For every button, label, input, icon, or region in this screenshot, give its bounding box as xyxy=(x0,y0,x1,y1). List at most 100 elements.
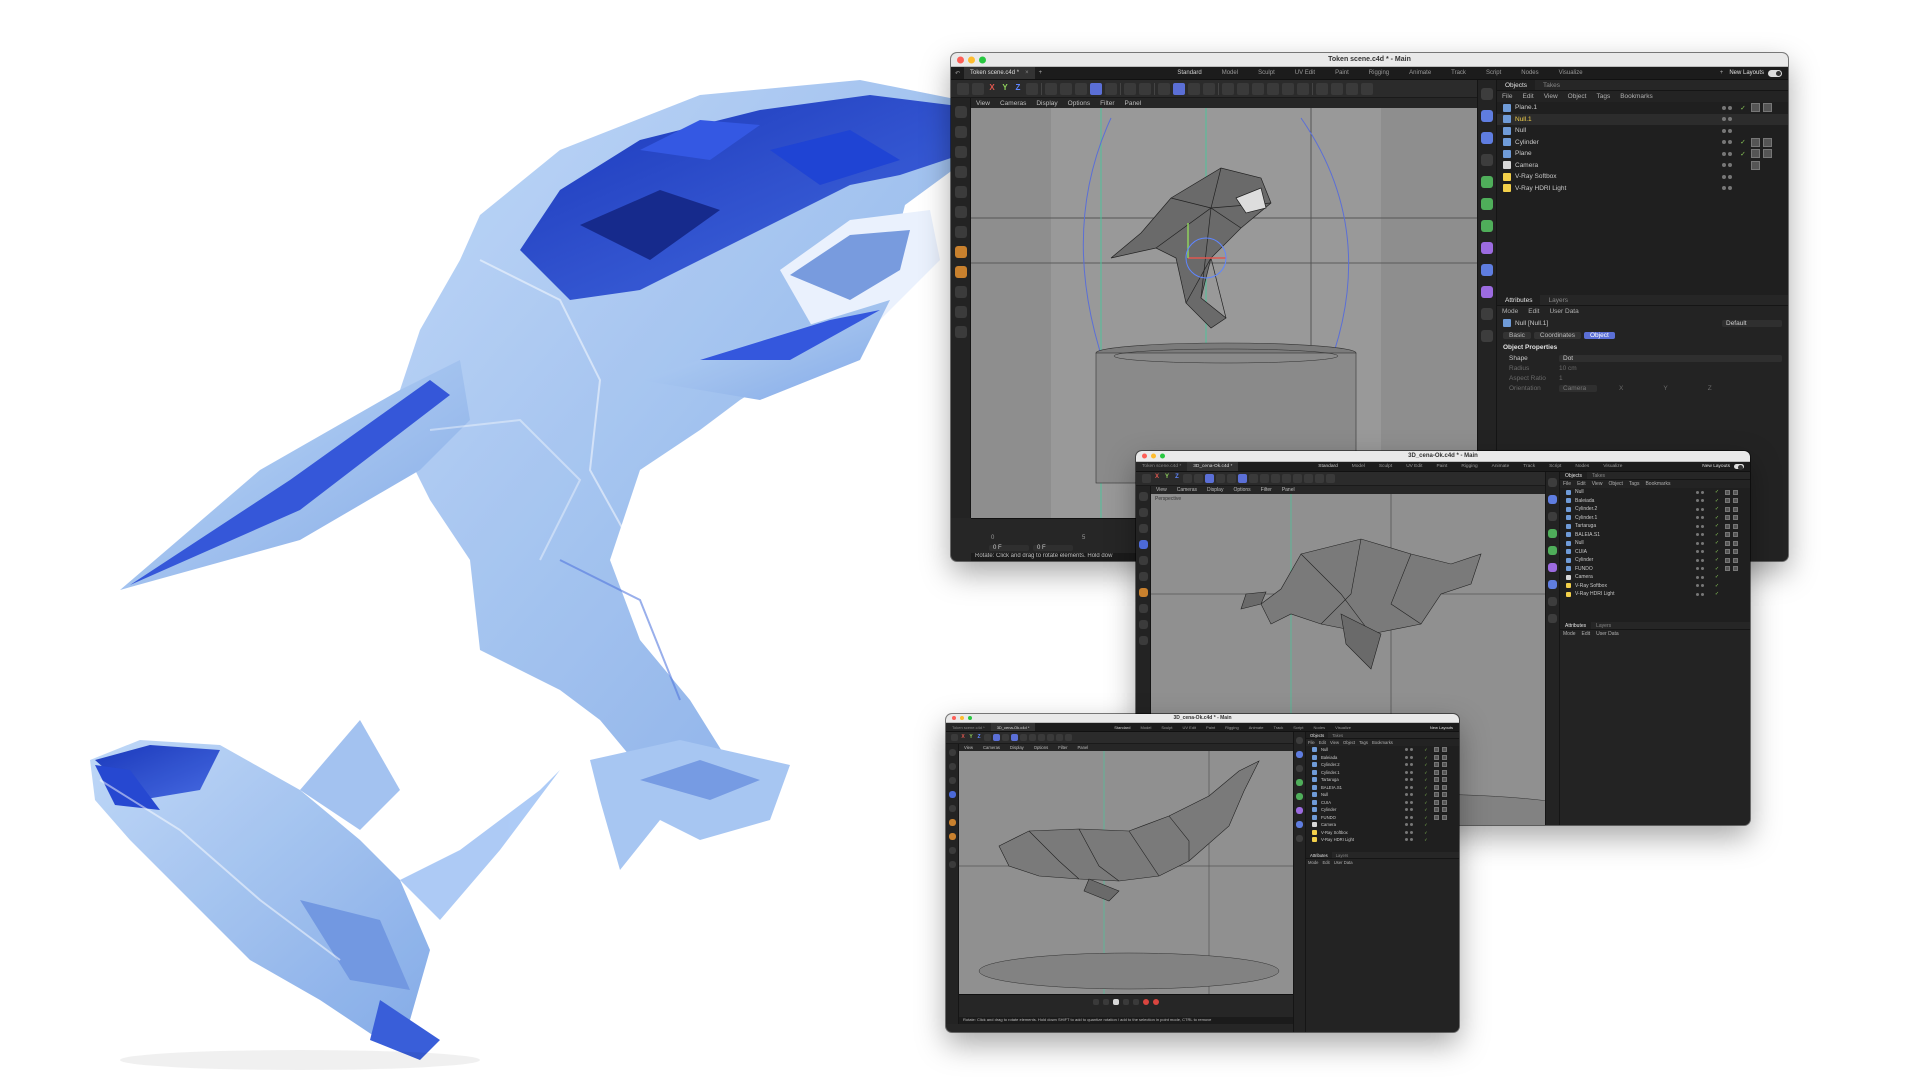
visibility-dot-icon[interactable] xyxy=(1728,151,1732,156)
visibility-dot-icon[interactable] xyxy=(1722,186,1726,191)
tool-button[interactable] xyxy=(1267,82,1279,95)
brush-tool-icon[interactable] xyxy=(948,833,956,840)
y-axis-lock-button[interactable]: Y xyxy=(968,734,974,741)
shape-dropdown[interactable]: Dot xyxy=(1559,354,1782,362)
material-tag-icon[interactable] xyxy=(1733,523,1738,529)
autokey-button[interactable] xyxy=(1153,998,1159,1005)
material-tag-icon[interactable] xyxy=(1434,777,1439,783)
aspect-ratio-field[interactable]: 1 xyxy=(1559,375,1563,382)
visibility-dot-icon[interactable] xyxy=(1701,490,1704,494)
visibility-dots[interactable] xyxy=(1722,105,1738,110)
new-layouts-toggle[interactable]: New Layouts xyxy=(1729,69,1788,77)
tool-button[interactable] xyxy=(1105,82,1117,95)
visibility-dot-icon[interactable] xyxy=(1410,800,1413,804)
visibility-dot-icon[interactable] xyxy=(1722,174,1726,179)
zoom-window-button[interactable] xyxy=(1160,453,1165,459)
visibility-dots[interactable] xyxy=(1405,815,1421,819)
tab-takes[interactable]: Takes xyxy=(1328,732,1347,738)
visibility-dot-icon[interactable] xyxy=(1410,748,1413,752)
cloner-icon[interactable] xyxy=(1296,793,1303,800)
visibility-dot-icon[interactable] xyxy=(1405,793,1408,797)
visibility-dot-icon[interactable] xyxy=(1722,105,1726,110)
viewport-menu-item[interactable]: Options xyxy=(1029,745,1053,750)
visibility-dot-icon[interactable] xyxy=(1696,558,1699,562)
tool-button[interactable] xyxy=(1237,82,1249,95)
material-tag-icon[interactable] xyxy=(1725,557,1730,563)
render-button[interactable] xyxy=(1056,734,1063,741)
objects-menu-item[interactable]: Tags xyxy=(1591,91,1615,102)
enabled-status-icon[interactable]: ✓ xyxy=(1421,807,1431,812)
tool-button[interactable] xyxy=(1060,82,1072,95)
close-window-button[interactable] xyxy=(957,56,964,63)
visibility-dots[interactable] xyxy=(1405,808,1421,812)
tool-button[interactable] xyxy=(1194,474,1203,483)
tab-attributes[interactable]: Attributes xyxy=(1306,852,1332,858)
tool-button[interactable] xyxy=(1188,82,1200,95)
layout-tab[interactable]: Standard xyxy=(1109,725,1135,730)
objects-menu-item[interactable]: Edit xyxy=(1517,91,1538,102)
enabled-status-icon[interactable]: ✓ xyxy=(1712,532,1722,538)
timeline[interactable]: Rotate: Click and drag to rotate element… xyxy=(959,994,1293,1032)
tool-icon[interactable] xyxy=(1138,604,1148,613)
material-tag-icon[interactable] xyxy=(1442,814,1447,820)
material-tag-icon[interactable] xyxy=(1733,540,1738,546)
prev-frame-button[interactable] xyxy=(1103,998,1109,1005)
viewport-menu-item[interactable]: Filter xyxy=(1053,745,1072,750)
window-titlebar[interactable]: 3D_cena-Ok.c4d * - Main xyxy=(946,714,1459,723)
object-row[interactable]: CUIA ✓ xyxy=(1560,548,1750,557)
attributes-menu-item[interactable]: Edit xyxy=(1320,859,1331,866)
attributes-menu-item[interactable]: Mode xyxy=(1497,306,1523,317)
material-tag-icon[interactable] xyxy=(1442,762,1447,768)
enabled-status-icon[interactable]: ✓ xyxy=(1712,515,1722,521)
layout-tab[interactable]: Rigging xyxy=(1359,70,1399,76)
visibility-dot-icon[interactable] xyxy=(1728,105,1732,110)
enabled-status-icon[interactable]: ✓ xyxy=(1712,498,1722,504)
visibility-dot-icon[interactable] xyxy=(1722,140,1726,145)
viewport-menu-item[interactable]: Filter xyxy=(1095,100,1119,107)
viewport-menu-item[interactable]: Display xyxy=(1202,487,1228,493)
tool-button-active[interactable] xyxy=(1090,82,1102,95)
object-row[interactable]: Null xyxy=(1497,125,1788,137)
tool-button[interactable] xyxy=(1227,474,1236,483)
attributes-menu-item[interactable]: User Data xyxy=(1332,859,1355,866)
generator-icon[interactable] xyxy=(1548,529,1557,538)
material-tag-icon[interactable] xyxy=(1725,506,1730,512)
spline-icon[interactable] xyxy=(1296,751,1303,758)
brush-tool-icon[interactable] xyxy=(954,266,967,278)
visibility-dot-icon[interactable] xyxy=(1728,174,1732,179)
tool-button[interactable] xyxy=(1029,734,1036,741)
tool-button[interactable] xyxy=(951,734,958,741)
enabled-status-icon[interactable]: ✓ xyxy=(1712,591,1722,597)
viewport-menu-item[interactable]: Cameras xyxy=(995,100,1031,107)
layout-tab[interactable]: Visualize xyxy=(1549,70,1593,76)
y-axis-lock-button[interactable]: Y xyxy=(1000,83,1010,95)
layout-tab[interactable]: Visualize xyxy=(1596,464,1629,469)
zoom-window-button[interactable] xyxy=(968,716,972,720)
material-tag-icon[interactable] xyxy=(1725,566,1730,572)
chip-object[interactable]: Object xyxy=(1583,331,1615,339)
enabled-status-icon[interactable]: ✓ xyxy=(1421,762,1431,767)
object-row[interactable]: Null ✓ xyxy=(1306,791,1459,799)
tool-button[interactable] xyxy=(1249,474,1258,483)
tool-button[interactable] xyxy=(1183,474,1192,483)
layout-tab[interactable]: UV Edit xyxy=(1285,70,1325,76)
objects-panel[interactable]: Objects Takes File Edit View Object Tags… xyxy=(1497,80,1788,295)
tool-button[interactable] xyxy=(1222,82,1234,95)
visibility-dot-icon[interactable] xyxy=(1696,592,1699,596)
tab-takes[interactable]: Takes xyxy=(1535,80,1568,90)
close-tab-icon[interactable]: × xyxy=(1025,70,1029,76)
tool-icon[interactable] xyxy=(1138,556,1148,565)
tool-button[interactable] xyxy=(1124,82,1136,95)
visibility-dot-icon[interactable] xyxy=(1696,541,1699,545)
text-icon[interactable] xyxy=(1481,154,1493,166)
enabled-status-icon[interactable]: ✓ xyxy=(1712,506,1722,512)
field-icon[interactable] xyxy=(1548,580,1557,589)
tool-icon[interactable] xyxy=(1138,492,1148,501)
visibility-dot-icon[interactable] xyxy=(1728,186,1732,191)
tool-button[interactable] xyxy=(1139,82,1151,95)
object-row[interactable]: Cylinder.2 ✓ xyxy=(1306,761,1459,769)
visibility-dot-icon[interactable] xyxy=(1405,830,1408,834)
object-row[interactable]: Null ✓ xyxy=(1306,746,1459,754)
go-to-start-button[interactable] xyxy=(1093,998,1099,1005)
document-tab[interactable]: 3D_cena-Ok.c4d * xyxy=(990,723,1036,731)
